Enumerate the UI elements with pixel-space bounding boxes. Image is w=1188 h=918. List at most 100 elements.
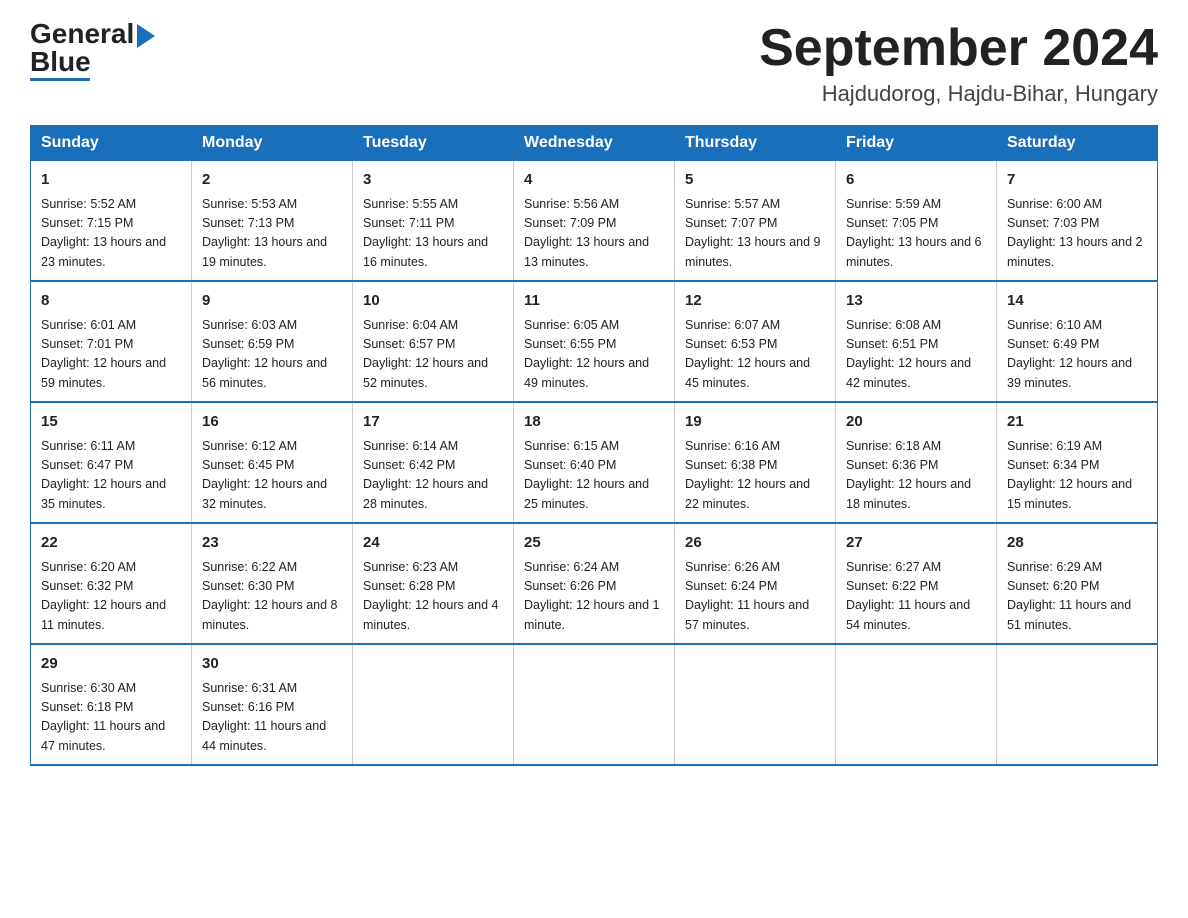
day-info: Sunrise: 6:04 AMSunset: 6:57 PMDaylight:… — [363, 316, 503, 394]
calendar-cell: 12 Sunrise: 6:07 AMSunset: 6:53 PMDayligh… — [675, 281, 836, 402]
day-info: Sunrise: 6:22 AMSunset: 6:30 PMDaylight:… — [202, 558, 342, 636]
calendar-cell: 8 Sunrise: 6:01 AMSunset: 7:01 PMDaylight… — [31, 281, 192, 402]
calendar-week-row: 29 Sunrise: 6:30 AMSunset: 6:18 PMDayligh… — [31, 644, 1158, 765]
day-info: Sunrise: 6:29 AMSunset: 6:20 PMDaylight:… — [1007, 558, 1147, 636]
calendar-cell: 4 Sunrise: 5:56 AMSunset: 7:09 PMDaylight… — [514, 161, 675, 282]
day-number: 27 — [846, 532, 986, 555]
day-info: Sunrise: 6:00 AMSunset: 7:03 PMDaylight:… — [1007, 195, 1147, 273]
day-info: Sunrise: 6:30 AMSunset: 6:18 PMDaylight:… — [41, 679, 181, 757]
calendar-cell — [997, 644, 1158, 765]
day-number: 21 — [1007, 411, 1147, 434]
calendar-cell: 9 Sunrise: 6:03 AMSunset: 6:59 PMDaylight… — [192, 281, 353, 402]
calendar-cell: 27 Sunrise: 6:27 AMSunset: 6:22 PMDayligh… — [836, 523, 997, 644]
day-number: 22 — [41, 532, 181, 555]
day-number: 3 — [363, 169, 503, 192]
col-header-saturday: Saturday — [997, 126, 1158, 161]
day-number: 30 — [202, 653, 342, 676]
day-info: Sunrise: 6:18 AMSunset: 6:36 PMDaylight:… — [846, 437, 986, 515]
calendar-table: SundayMondayTuesdayWednesdayThursdayFrid… — [30, 125, 1158, 766]
calendar-cell: 23Sunrise: 6:22 AMSunset: 6:30 PMDayligh… — [192, 523, 353, 644]
day-number: 5 — [685, 169, 825, 192]
day-info: Sunrise: 6:31 AMSunset: 6:16 PMDaylight:… — [202, 679, 342, 757]
day-info: Sunrise: 6:14 AMSunset: 6:42 PMDaylight:… — [363, 437, 503, 515]
calendar-cell: 16 Sunrise: 6:12 AMSunset: 6:45 PMDayligh… — [192, 402, 353, 523]
logo-blue: Blue — [30, 46, 91, 77]
day-number: 25 — [524, 532, 664, 555]
day-number: 18 — [524, 411, 664, 434]
title-block: September 2024 Hajdudorog, Hajdu-Bihar, … — [759, 20, 1158, 107]
calendar-cell: 26Sunrise: 6:26 AMSunset: 6:24 PMDayligh… — [675, 523, 836, 644]
day-info: Sunrise: 6:03 AMSunset: 6:59 PMDaylight:… — [202, 316, 342, 394]
day-info: Sunrise: 6:23 AMSunset: 6:28 PMDaylight:… — [363, 558, 503, 636]
day-number: 14 — [1007, 290, 1147, 313]
col-header-wednesday: Wednesday — [514, 126, 675, 161]
calendar-cell: 10Sunrise: 6:04 AMSunset: 6:57 PMDayligh… — [353, 281, 514, 402]
day-number: 13 — [846, 290, 986, 313]
day-info: Sunrise: 6:10 AMSunset: 6:49 PMDaylight:… — [1007, 316, 1147, 394]
day-number: 8 — [41, 290, 181, 313]
day-number: 12 — [685, 290, 825, 313]
day-info: Sunrise: 6:15 AMSunset: 6:40 PMDaylight:… — [524, 437, 664, 515]
page-header: General Blue September 2024 Hajdudorog, … — [30, 20, 1158, 107]
calendar-cell: 3 Sunrise: 5:55 AMSunset: 7:11 PMDaylight… — [353, 161, 514, 282]
day-info: Sunrise: 6:11 AMSunset: 6:47 PMDaylight:… — [41, 437, 181, 515]
day-number: 26 — [685, 532, 825, 555]
calendar-cell — [675, 644, 836, 765]
calendar-week-row: 8 Sunrise: 6:01 AMSunset: 7:01 PMDaylight… — [31, 281, 1158, 402]
day-number: 19 — [685, 411, 825, 434]
day-number: 4 — [524, 169, 664, 192]
calendar-cell — [353, 644, 514, 765]
calendar-cell: 13Sunrise: 6:08 AMSunset: 6:51 PMDayligh… — [836, 281, 997, 402]
logo-general: General — [30, 20, 155, 48]
day-info: Sunrise: 5:52 AMSunset: 7:15 PMDaylight:… — [41, 195, 181, 273]
calendar-cell: 29 Sunrise: 6:30 AMSunset: 6:18 PMDayligh… — [31, 644, 192, 765]
calendar-cell: 15 Sunrise: 6:11 AMSunset: 6:47 PMDayligh… — [31, 402, 192, 523]
calendar-cell: 24 Sunrise: 6:23 AMSunset: 6:28 PMDayligh… — [353, 523, 514, 644]
col-header-tuesday: Tuesday — [353, 126, 514, 161]
day-number: 16 — [202, 411, 342, 434]
day-number: 9 — [202, 290, 342, 313]
day-info: Sunrise: 6:01 AMSunset: 7:01 PMDaylight:… — [41, 316, 181, 394]
logo: General Blue — [30, 20, 155, 81]
calendar-cell: 25 Sunrise: 6:24 AMSunset: 6:26 PMDayligh… — [514, 523, 675, 644]
calendar-cell: 11 Sunrise: 6:05 AMSunset: 6:55 PMDayligh… — [514, 281, 675, 402]
calendar-cell: 14 Sunrise: 6:10 AMSunset: 6:49 PMDayligh… — [997, 281, 1158, 402]
calendar-cell: 2 Sunrise: 5:53 AMSunset: 7:13 PMDaylight… — [192, 161, 353, 282]
day-number: 29 — [41, 653, 181, 676]
day-number: 2 — [202, 169, 342, 192]
calendar-cell: 7 Sunrise: 6:00 AMSunset: 7:03 PMDaylight… — [997, 161, 1158, 282]
day-number: 7 — [1007, 169, 1147, 192]
calendar-header-row: SundayMondayTuesdayWednesdayThursdayFrid… — [31, 126, 1158, 161]
calendar-week-row: 22 Sunrise: 6:20 AMSunset: 6:32 PMDayligh… — [31, 523, 1158, 644]
col-header-thursday: Thursday — [675, 126, 836, 161]
calendar-cell — [514, 644, 675, 765]
col-header-friday: Friday — [836, 126, 997, 161]
day-info: Sunrise: 6:27 AMSunset: 6:22 PMDaylight:… — [846, 558, 986, 636]
day-info: Sunrise: 5:53 AMSunset: 7:13 PMDaylight:… — [202, 195, 342, 273]
calendar-cell: 5 Sunrise: 5:57 AMSunset: 7:07 PMDaylight… — [675, 161, 836, 282]
calendar-cell: 20 Sunrise: 6:18 AMSunset: 6:36 PMDayligh… — [836, 402, 997, 523]
calendar-cell: 28 Sunrise: 6:29 AMSunset: 6:20 PMDayligh… — [997, 523, 1158, 644]
day-info: Sunrise: 6:20 AMSunset: 6:32 PMDaylight:… — [41, 558, 181, 636]
calendar-cell: 18 Sunrise: 6:15 AMSunset: 6:40 PMDayligh… — [514, 402, 675, 523]
day-info: Sunrise: 5:59 AMSunset: 7:05 PMDaylight:… — [846, 195, 986, 273]
day-info: Sunrise: 6:05 AMSunset: 6:55 PMDaylight:… — [524, 316, 664, 394]
col-header-sunday: Sunday — [31, 126, 192, 161]
day-number: 20 — [846, 411, 986, 434]
day-info: Sunrise: 5:57 AMSunset: 7:07 PMDaylight:… — [685, 195, 825, 273]
day-number: 28 — [1007, 532, 1147, 555]
day-info: Sunrise: 5:56 AMSunset: 7:09 PMDaylight:… — [524, 195, 664, 273]
day-number: 6 — [846, 169, 986, 192]
day-info: Sunrise: 5:55 AMSunset: 7:11 PMDaylight:… — [363, 195, 503, 273]
day-info: Sunrise: 6:24 AMSunset: 6:26 PMDaylight:… — [524, 558, 664, 636]
day-info: Sunrise: 6:07 AMSunset: 6:53 PMDaylight:… — [685, 316, 825, 394]
day-info: Sunrise: 6:12 AMSunset: 6:45 PMDaylight:… — [202, 437, 342, 515]
calendar-cell: 22 Sunrise: 6:20 AMSunset: 6:32 PMDayligh… — [31, 523, 192, 644]
day-number: 1 — [41, 169, 181, 192]
day-number: 24 — [363, 532, 503, 555]
col-header-monday: Monday — [192, 126, 353, 161]
calendar-week-row: 1 Sunrise: 5:52 AMSunset: 7:15 PMDaylight… — [31, 161, 1158, 282]
day-number: 11 — [524, 290, 664, 313]
day-number: 15 — [41, 411, 181, 434]
calendar-cell: 6 Sunrise: 5:59 AMSunset: 7:05 PMDaylight… — [836, 161, 997, 282]
